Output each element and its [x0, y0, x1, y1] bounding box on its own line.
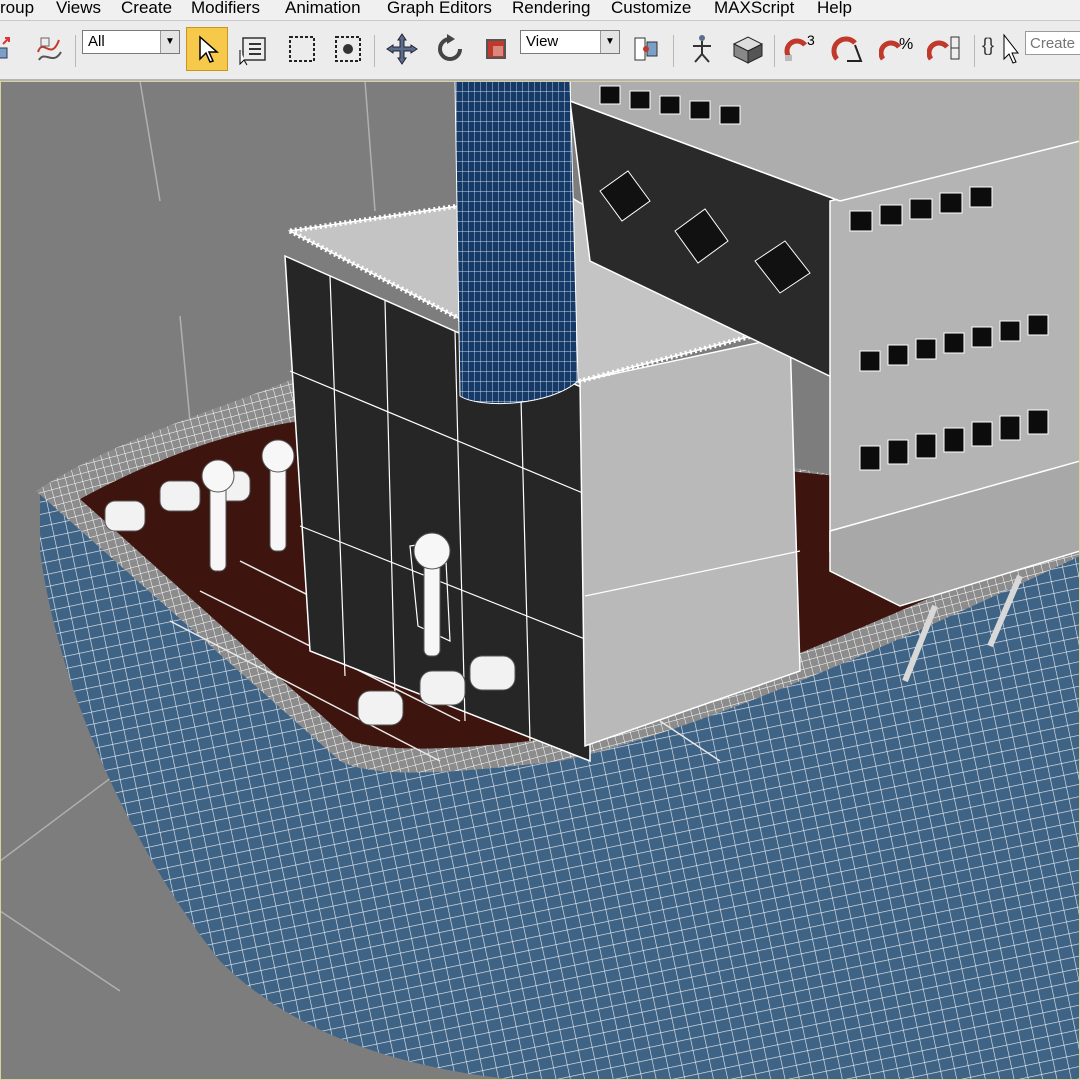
ship-wireframe-scene: [0, 81, 1080, 1080]
snap-toggle-icon: 3: [784, 32, 815, 61]
move-icon: [386, 33, 418, 65]
scale-button[interactable]: [476, 29, 516, 69]
pivot-center-button[interactable]: [626, 29, 666, 69]
toolbar-separator: [673, 35, 674, 67]
snap-toggle-button[interactable]: 3: [782, 29, 822, 69]
selection-filter-value: All: [88, 33, 105, 50]
chevron-down-icon: ▼: [600, 31, 619, 53]
select-link-button[interactable]: [0, 29, 30, 69]
percent-snap-button[interactable]: %: [878, 29, 918, 69]
select-by-name-icon: [239, 37, 266, 66]
keyboard-shortcut-button[interactable]: [728, 29, 768, 69]
funnel: [454, 81, 579, 404]
move-button[interactable]: [382, 29, 422, 69]
menu-maxscript[interactable]: MAXScript: [714, 0, 794, 18]
menu-help[interactable]: Help: [817, 0, 852, 18]
menu-views[interactable]: Views: [56, 0, 101, 18]
menu-animation[interactable]: Animation: [285, 0, 361, 18]
angle-snap-button[interactable]: [830, 29, 870, 69]
menu-create[interactable]: Create: [121, 0, 172, 18]
angle-snap-icon: [831, 36, 863, 62]
select-by-name-button[interactable]: [234, 29, 274, 69]
snap-dimension-label: 3: [807, 32, 815, 48]
percent-snap-icon: %: [879, 36, 913, 61]
create-selection-set-field[interactable]: [1025, 31, 1080, 55]
edit-named-selection-button[interactable]: {}: [980, 29, 1020, 69]
chevron-down-icon: ▼: [160, 31, 179, 53]
toolbar-separator: [774, 35, 775, 67]
rotate-icon: [438, 34, 462, 61]
reference-coordinate-value: View: [526, 33, 559, 50]
main-toolbar: All ▼ View ▼ 3 % {} Create S: [0, 21, 1080, 81]
toolbar-separator: [374, 35, 375, 67]
manipulate-button[interactable]: [682, 29, 722, 69]
pivot-center-icon: [634, 37, 658, 61]
selection-filter-dropdown[interactable]: All ▼: [82, 30, 180, 54]
select-link-icon: [0, 37, 10, 59]
toolbar-separator: [75, 35, 76, 67]
select-object-icon: [199, 35, 219, 63]
scale-icon: [486, 39, 506, 59]
bind-space-warp-icon: [37, 37, 62, 61]
rotate-button[interactable]: [430, 29, 470, 69]
spinner-snap-icon: [927, 36, 960, 61]
svg-text:{}: {}: [982, 35, 994, 55]
toolbar-separator: [974, 35, 975, 67]
spinner-snap-button[interactable]: [926, 29, 966, 69]
reference-coordinate-dropdown[interactable]: View ▼: [520, 30, 620, 54]
window-crossing-icon: [335, 36, 361, 62]
menu-customize[interactable]: Customize: [611, 0, 691, 18]
manipulate-icon: [693, 35, 711, 63]
menu-group[interactable]: roup: [0, 0, 34, 18]
rectangular-selection-button[interactable]: [282, 29, 322, 69]
select-object-button[interactable]: [186, 27, 228, 71]
edit-named-selection-icon: {}: [982, 33, 1020, 64]
bind-space-warp-button[interactable]: [30, 29, 70, 69]
window-crossing-button[interactable]: [328, 29, 368, 69]
menu-rendering[interactable]: Rendering: [512, 0, 590, 18]
menu-graph-editors[interactable]: Graph Editors: [387, 0, 492, 18]
keyboard-shortcut-icon: [732, 36, 764, 64]
percent-snap-symbol: %: [899, 36, 913, 53]
rectangular-selection-icon: [289, 36, 315, 62]
menu-modifiers[interactable]: Modifiers: [191, 0, 260, 18]
perspective-viewport[interactable]: [0, 81, 1080, 1080]
menu-bar: roup Views Create Modifiers Animation Gr…: [0, 0, 1080, 21]
